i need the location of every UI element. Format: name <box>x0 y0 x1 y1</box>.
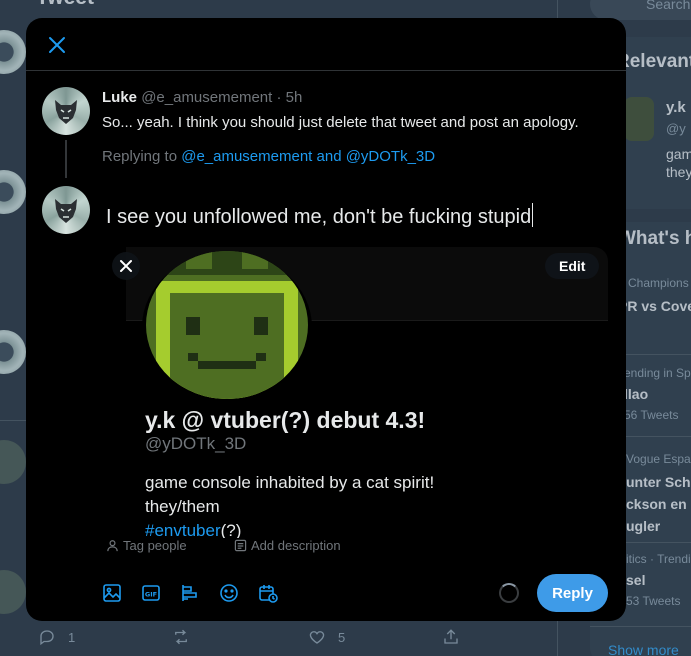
gif-button[interactable]: GIF <box>139 581 163 605</box>
text-cursor <box>532 203 534 227</box>
hashtag: #envtuber <box>145 521 221 538</box>
wolf-icon <box>55 199 77 223</box>
svg-text:GIF: GIF <box>145 591 157 599</box>
profile-bio-line: they/them <box>145 497 220 516</box>
image-icon <box>103 584 121 602</box>
avatar[interactable] <box>42 186 90 234</box>
edit-image-button[interactable]: Edit <box>545 253 600 279</box>
progress-spinner <box>499 583 519 603</box>
replying-to-link[interactable]: @e_amusemement and @yDOTk_3D <box>181 148 435 165</box>
tag-people-label: Tag people <box>123 538 187 553</box>
original-tweet-text: So... yeah. I think you should just dele… <box>102 114 579 131</box>
divider <box>26 70 626 71</box>
attached-image: Edit y.k @ vtuber(?) debut 4.3! @yDOTk_3… <box>112 247 608 538</box>
cat-console-icon <box>146 251 308 399</box>
schedule-icon <box>259 585 278 603</box>
schedule-button[interactable] <box>256 581 280 605</box>
author-name[interactable]: Luke <box>102 89 137 106</box>
poll-button[interactable] <box>178 581 202 605</box>
bio-suffix: (?) <box>220 521 242 538</box>
emoji-icon <box>220 584 238 602</box>
close-icon <box>49 37 65 53</box>
person-icon <box>107 540 118 552</box>
close-button[interactable] <box>42 30 72 60</box>
add-description-label: Add description <box>251 538 341 553</box>
profile-display-name: y.k @ vtuber(?) debut 4.3! <box>145 407 426 433</box>
avatar[interactable] <box>42 87 90 135</box>
author-handle-time: @e_amusemement · 5h <box>141 89 303 106</box>
close-icon <box>120 260 132 272</box>
reply-textarea[interactable]: I see you unfollowed me, don't be fuckin… <box>106 203 534 229</box>
description-icon <box>234 539 247 552</box>
profile-bio-line: game console inhabited by a cat spirit! <box>145 473 435 492</box>
reply-modal: Luke @e_amusemement · 5h So... yeah. I t… <box>26 18 626 621</box>
gif-icon: GIF <box>142 585 160 601</box>
profile-picture <box>146 251 308 399</box>
profile-bio-line: #envtuber(?) <box>145 521 241 538</box>
original-tweet-header: Luke @e_amusemement · 5h <box>102 89 302 106</box>
emoji-button[interactable] <box>217 581 241 605</box>
replying-to: Replying to @e_amusemement and @yDOTk_3D <box>102 148 435 165</box>
add-description-button[interactable]: Add description <box>234 538 341 553</box>
compose-toolbar: GIF <box>100 581 280 605</box>
poll-icon <box>182 585 197 601</box>
replying-prefix: Replying to <box>102 148 178 165</box>
tag-people-button[interactable]: Tag people <box>106 538 187 553</box>
profile-handle: @yDOTk_3D <box>145 434 247 453</box>
wolf-icon <box>55 100 77 124</box>
reply-text: I see you unfollowed me, don't be fuckin… <box>106 206 532 228</box>
media-button[interactable] <box>100 581 124 605</box>
reply-button[interactable]: Reply <box>537 574 608 612</box>
remove-image-button[interactable] <box>112 252 140 280</box>
thread-line <box>65 140 67 178</box>
